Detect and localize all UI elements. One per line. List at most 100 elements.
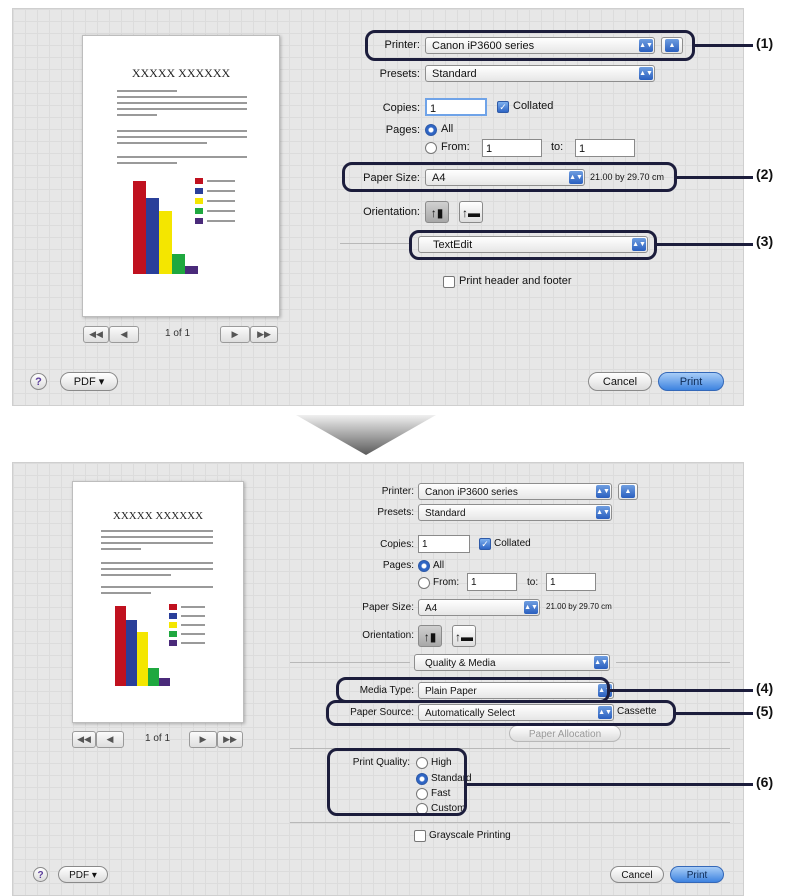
preview-text-line [101, 542, 213, 544]
copies-field[interactable]: 1 [425, 98, 487, 116]
from-field[interactable]: 1 [482, 139, 542, 157]
pdf-menu-button[interactable]: PDF ▾ [60, 372, 118, 391]
first-page-button[interactable]: ◀◀ [83, 326, 109, 343]
paper-allocation-button[interactable]: Paper Allocation [509, 725, 621, 742]
presets-label: Presets: [379, 68, 420, 80]
callout-panel-highlight [409, 230, 657, 260]
collated-checkbox[interactable]: ✓ [479, 538, 491, 550]
disclosure-triangle-icon: ▲ [621, 485, 635, 498]
preview-text-line [117, 114, 157, 116]
printer-expand-button[interactable]: ▲ [618, 483, 638, 500]
portrait-orientation-icon[interactable]: ↑▮ [425, 201, 449, 223]
preview-chart-bar [172, 254, 185, 274]
presets-popup[interactable]: Standard ▲▼ [425, 65, 655, 82]
preview-legend-text [181, 624, 205, 626]
preview-legend-swatch [169, 640, 177, 646]
first-page-button[interactable]: ◀◀ [72, 731, 96, 748]
preview-legend-text [207, 200, 235, 202]
last-page-button[interactable]: ▶▶ [250, 326, 278, 343]
preview-chart-bar [148, 668, 159, 686]
pages-all-radio[interactable] [425, 124, 437, 136]
header-footer-checkbox[interactable] [443, 276, 455, 288]
preview-legend-text [207, 220, 235, 222]
callout-paper-size-highlight [342, 162, 677, 192]
presets-popup[interactable]: Standard ▲▼ [418, 504, 612, 521]
last-page-button[interactable]: ▶▶ [217, 731, 243, 748]
prev-page-button[interactable]: ◀ [96, 731, 124, 748]
cancel-button[interactable]: Cancel [588, 372, 652, 391]
pages-all-label: All [433, 560, 445, 571]
from-label: From: [441, 141, 470, 153]
preview-text-line [117, 96, 247, 98]
separator [290, 822, 730, 823]
callout-label-3: (3) [756, 233, 774, 249]
grayscale-checkbox[interactable] [414, 830, 426, 842]
preview-text-line [101, 536, 213, 538]
pages-from-radio[interactable] [418, 577, 430, 589]
print-button[interactable]: Print [670, 866, 724, 883]
copies-label: Copies: [380, 539, 414, 550]
to-field[interactable]: 1 [575, 139, 635, 157]
pages-from-radio[interactable] [425, 142, 437, 154]
print-button[interactable]: Print [658, 372, 724, 391]
callout-printer-highlight [365, 30, 695, 61]
separator [340, 243, 412, 244]
next-page-button[interactable]: ▶ [220, 326, 250, 343]
callout-leader-line [676, 712, 753, 715]
pages-all-radio[interactable] [418, 560, 430, 572]
popup-arrows-icon: ▲▼ [639, 67, 653, 80]
preview-text-line [101, 568, 213, 570]
callout-label-5: (5) [756, 703, 774, 719]
prev-page-button[interactable]: ◀ [109, 326, 139, 343]
paper-size-popup[interactable]: A4 ▲▼ [418, 599, 540, 616]
preview-doc-title: XXXXX XXXXXX [112, 510, 204, 522]
to-field[interactable]: 1 [546, 573, 596, 591]
pages-label: Pages: [382, 560, 414, 571]
pdf-menu-button[interactable]: PDF ▾ [58, 866, 108, 883]
landscape-orientation-icon[interactable]: ↑▬ [452, 625, 476, 647]
preview-legend-swatch [195, 218, 203, 224]
landscape-orientation-icon[interactable]: ↑▬ [459, 201, 483, 223]
printer-popup[interactable]: Canon iP3600 series ▲▼ [418, 483, 612, 500]
from-field[interactable]: 1 [467, 573, 517, 591]
to-label: to: [551, 141, 564, 153]
portrait-orientation-icon[interactable]: ↑▮ [418, 625, 442, 647]
preview-legend-swatch [169, 604, 177, 610]
preview-text-line [117, 162, 177, 164]
cancel-button[interactable]: Cancel [610, 866, 664, 883]
preview-text-line [117, 142, 207, 144]
page-indicator: 1 of 1 [145, 733, 171, 744]
paper-size-value: A4 [425, 603, 438, 614]
preview-legend-text [181, 642, 205, 644]
callout-leader-line [657, 243, 753, 246]
preview-legend-swatch [195, 188, 203, 194]
printer-label: Printer: [381, 486, 414, 497]
preview-chart-bar [126, 620, 137, 686]
help-button[interactable]: ? [30, 373, 47, 390]
pages-all-label: All [441, 123, 454, 135]
preview-text-line [101, 586, 213, 588]
copies-field[interactable]: 1 [418, 535, 470, 553]
help-button[interactable]: ? [33, 867, 48, 882]
grayscale-label: Grayscale Printing [429, 830, 511, 841]
callout-print-quality-highlight [327, 748, 467, 816]
collated-label: Collated [494, 538, 531, 549]
paper-size-label: Paper Size: [362, 602, 414, 613]
orientation-label: Orientation: [362, 630, 414, 641]
callout-label-1: (1) [756, 35, 774, 51]
presets-value: Standard [432, 68, 477, 80]
preview-text-line [117, 156, 247, 158]
callout-leader-line [467, 783, 753, 786]
collated-label: Collated [513, 100, 554, 112]
callout-leader-line [677, 176, 753, 179]
panel-select-value: Quality & Media [425, 658, 496, 669]
preview-legend-text [207, 190, 235, 192]
page-preview: XXXXX XXXXXX [82, 35, 280, 317]
header-footer-label: Print header and footer [459, 275, 572, 287]
preview-legend-swatch [169, 631, 177, 637]
next-page-button[interactable]: ▶ [189, 731, 217, 748]
panel-select-popup[interactable]: Quality & Media ▲▼ [414, 654, 610, 671]
collated-checkbox[interactable]: ✓ [497, 101, 509, 113]
callout-leader-line [695, 44, 753, 47]
popup-arrows-icon: ▲▼ [524, 601, 538, 614]
